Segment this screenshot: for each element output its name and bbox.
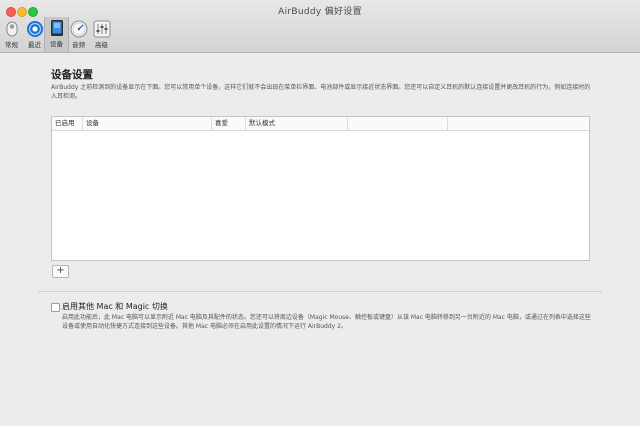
magic-switch-checkbox[interactable] xyxy=(51,303,60,312)
recent-icon xyxy=(26,20,44,38)
devices-table-header: 已启用 设备 喜爱 默认模式 xyxy=(52,117,589,131)
devices-table[interactable]: 已启用 设备 喜爱 默认模式 xyxy=(51,116,590,261)
section-divider xyxy=(38,291,602,292)
tab-devices[interactable]: 设备 xyxy=(44,17,69,52)
devices-icon xyxy=(48,19,66,37)
tab-label: 常规 xyxy=(5,41,18,49)
audio-gauge-icon xyxy=(70,20,88,38)
tab-label: 最近 xyxy=(28,41,41,49)
tab-recent[interactable]: 最近 xyxy=(23,18,46,51)
magic-switch-description: 启用此功能后，此 Mac 电脑可以显示附近 Mac 电脑及其配件的状态。您还可以… xyxy=(62,314,591,330)
sliders-icon xyxy=(93,20,111,38)
tab-audio[interactable]: 音频 xyxy=(67,18,90,51)
toggle-icon xyxy=(3,20,21,38)
tab-label: 设备 xyxy=(50,40,63,48)
tab-label: 音频 xyxy=(72,41,85,49)
column-header-default-mode[interactable]: 默认模式 xyxy=(246,117,348,130)
column-header-enabled[interactable]: 已启用 xyxy=(52,117,83,130)
column-header-blank xyxy=(348,117,448,130)
column-header-device[interactable]: 设备 xyxy=(83,117,212,130)
device-settings-title: 设备设置 xyxy=(51,69,93,81)
preferences-window: AirBuddy 偏好设置 常规 最近 设备 音频 高级 设备设置 AirBud… xyxy=(0,0,640,426)
tab-label: 高级 xyxy=(95,41,108,49)
column-header-favorite[interactable]: 喜爱 xyxy=(212,117,246,130)
tab-advanced[interactable]: 高级 xyxy=(90,18,113,51)
window-title: AirBuddy 偏好设置 xyxy=(278,7,362,17)
tab-general[interactable]: 常规 xyxy=(0,18,23,51)
magic-switch-label[interactable]: 启用其他 Mac 和 Magic 切换 xyxy=(62,301,168,312)
toolbar: AirBuddy 偏好设置 常规 最近 设备 音频 高级 xyxy=(0,0,640,53)
device-settings-description: AirBuddy 之前检测到的设备显示在下面。您可以禁用单个设备，这样它们就不会… xyxy=(51,84,591,100)
add-device-button[interactable]: + xyxy=(52,265,69,278)
